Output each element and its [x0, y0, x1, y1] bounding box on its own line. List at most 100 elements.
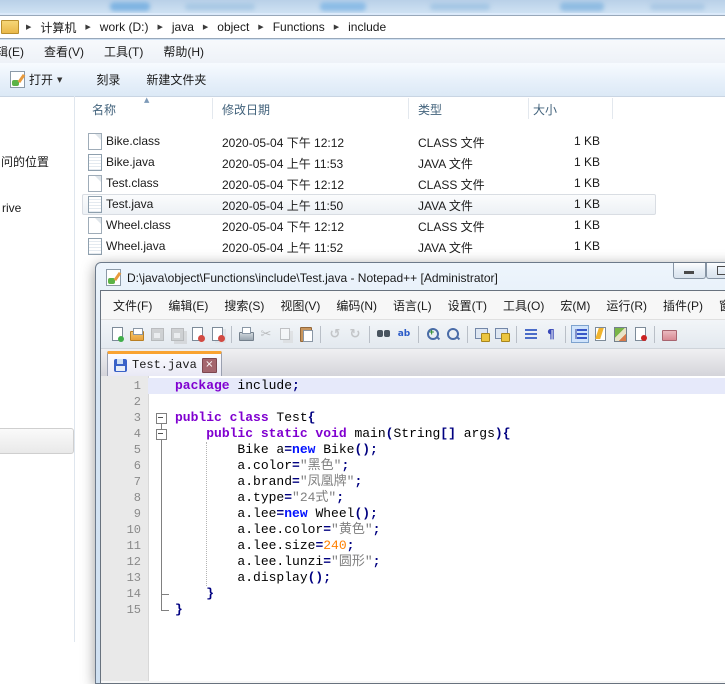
explorer-menu-item[interactable]: 工具(T): [94, 41, 153, 62]
word-wrap-icon[interactable]: [523, 326, 539, 342]
column-header-size[interactable]: 大小: [533, 101, 557, 118]
tab-test-java[interactable]: Test.java ×: [107, 351, 222, 376]
breadcrumb-item[interactable]: Functions: [271, 19, 327, 35]
breadcrumb-item[interactable]: work (D:): [98, 19, 151, 35]
new-folder-button[interactable]: 新建文件夹: [138, 67, 214, 92]
table-row[interactable]: Test.java2020-05-04 上午 11:50JAVA 文件1 KB: [82, 194, 656, 215]
explorer-menu-item[interactable]: 查看(V): [34, 41, 94, 62]
npp-menu-item[interactable]: 编码(N): [328, 294, 385, 317]
copy-icon[interactable]: [278, 326, 294, 342]
column-header-date[interactable]: 修改日期: [222, 101, 270, 118]
code-line[interactable]: 10 a.lee.color="黄色";: [101, 522, 725, 538]
code-line[interactable]: 14 }: [101, 586, 725, 602]
fold-marker-open[interactable]: [156, 413, 167, 424]
new-file-icon[interactable]: [109, 326, 125, 342]
minimize-button[interactable]: [673, 263, 706, 279]
save-all-icon[interactable]: [169, 326, 185, 342]
open-button[interactable]: 打开 ▼: [2, 67, 70, 92]
explorer-menu-item[interactable]: 帮助(H): [153, 41, 214, 62]
column-separator[interactable]: [528, 98, 529, 119]
sidebar-item-drive[interactable]: rive: [2, 201, 21, 215]
breadcrumb-item[interactable]: include: [346, 19, 388, 35]
close-tab-icon[interactable]: ×: [202, 358, 217, 373]
code-line[interactable]: 6 a.color="黑色";: [101, 458, 725, 474]
cut-icon[interactable]: ✂: [258, 326, 274, 342]
npp-menu-item[interactable]: 宏(M): [552, 294, 598, 317]
undo-icon[interactable]: ↺: [327, 326, 343, 342]
npp-menu-item[interactable]: 工具(O): [495, 294, 552, 317]
npp-menu-item[interactable]: 文件(F): [105, 294, 160, 317]
zoom-out-icon[interactable]: [445, 326, 461, 342]
sidebar-button-partial[interactable]: [0, 428, 74, 454]
indent-guide-icon[interactable]: [572, 326, 588, 342]
function-list-icon[interactable]: [592, 326, 608, 342]
address-bar[interactable]: ▶计算机▶work (D:)▶java▶object▶Functions▶inc…: [0, 15, 725, 39]
breadcrumb-item[interactable]: 计算机: [38, 18, 78, 37]
column-separator[interactable]: [408, 98, 409, 119]
close-icon[interactable]: [189, 326, 205, 342]
find-icon[interactable]: [376, 326, 392, 342]
zoom-in-icon[interactable]: +: [425, 326, 441, 342]
fold-marker-open[interactable]: [156, 429, 167, 440]
column-separator[interactable]: [212, 98, 213, 119]
file-size: 1 KB: [534, 155, 600, 169]
code-line[interactable]: 9 a.lee=new Wheel();: [101, 506, 725, 522]
line-number: 5: [101, 442, 141, 458]
line-number: 2: [101, 394, 141, 410]
show-all-chars-icon[interactable]: ¶: [543, 326, 559, 342]
npp-menu-item[interactable]: 窗口(W: [711, 294, 725, 317]
code-line[interactable]: 11 a.lee.size=240;: [101, 538, 725, 554]
sort-ascending-icon[interactable]: ▲: [144, 96, 149, 104]
code-line[interactable]: 2: [101, 394, 725, 410]
table-row[interactable]: Wheel.class2020-05-04 下午 12:12CLASS 文件1 …: [82, 215, 656, 236]
table-row[interactable]: Test.class2020-05-04 下午 12:12CLASS 文件1 K…: [82, 173, 656, 194]
column-header-name[interactable]: 名称: [92, 101, 116, 118]
breadcrumb-item[interactable]: java: [170, 19, 196, 35]
code-line[interactable]: 5 Bike a=new Bike();: [101, 442, 725, 458]
print-icon[interactable]: [238, 326, 254, 342]
folder-workspace-icon[interactable]: [661, 326, 677, 342]
npp-menu-item[interactable]: 插件(P): [655, 294, 711, 317]
npp-window-title: D:\java\object\Functions\include\Test.ja…: [127, 271, 498, 285]
sync-vertical-icon[interactable]: [474, 326, 490, 342]
replace-icon[interactable]: ab: [396, 326, 412, 342]
close-all-icon[interactable]: [209, 326, 225, 342]
explorer-menu-item[interactable]: 辑(E): [0, 41, 34, 62]
npp-menu-item[interactable]: 语言(L): [385, 294, 440, 317]
table-row[interactable]: Bike.class2020-05-04 下午 12:12CLASS 文件1 K…: [82, 131, 656, 152]
macro-record-icon[interactable]: [632, 326, 648, 342]
code-text: a.type="24式";: [175, 490, 344, 506]
npp-menu-item[interactable]: 视图(V): [272, 294, 328, 317]
open-file-icon[interactable]: [129, 326, 145, 342]
code-line[interactable]: 8 a.type="24式";: [101, 490, 725, 506]
npp-menu-item[interactable]: 编辑(E): [160, 294, 216, 317]
code-line[interactable]: 1package include;: [101, 378, 725, 394]
save-icon[interactable]: [149, 326, 165, 342]
column-header-type[interactable]: 类型: [418, 101, 442, 118]
code-line[interactable]: 15}: [101, 602, 725, 618]
paste-icon[interactable]: [298, 326, 314, 342]
npp-menu-item[interactable]: 运行(R): [598, 294, 655, 317]
breadcrumb-item[interactable]: object: [215, 19, 251, 35]
code-editor[interactable]: 1package include;23public class Test{4 p…: [101, 376, 725, 681]
sync-horizontal-icon[interactable]: [494, 326, 510, 342]
sidebar-item-recent-places[interactable]: 问的位置: [1, 153, 49, 170]
document-map-icon[interactable]: [612, 326, 628, 342]
code-line[interactable]: 7 a.brand="凤凰牌";: [101, 474, 725, 490]
redo-icon[interactable]: ↻: [347, 326, 363, 342]
code-token-op: ;: [336, 490, 344, 505]
table-row[interactable]: Wheel.java2020-05-04 上午 11:52JAVA 文件1 KB: [82, 236, 656, 257]
npp-titlebar[interactable]: D:\java\object\Functions\include\Test.ja…: [106, 269, 666, 286]
code-token-op: ;: [347, 538, 355, 553]
code-line[interactable]: 3public class Test{: [101, 410, 725, 426]
npp-menu-item[interactable]: 设置(T): [440, 294, 495, 317]
burn-button[interactable]: 刻录: [88, 67, 128, 92]
maximize-button[interactable]: [706, 263, 725, 279]
column-separator[interactable]: [612, 98, 613, 119]
table-row[interactable]: Bike.java2020-05-04 上午 11:53JAVA 文件1 KB: [82, 152, 656, 173]
code-token-pl: a.display: [175, 570, 308, 585]
npp-menu-item[interactable]: 搜索(S): [216, 294, 272, 317]
code-line[interactable]: 12 a.lee.lunzi="圆形";: [101, 554, 725, 570]
code-line[interactable]: 4 public static void main(String[] args)…: [101, 426, 725, 442]
code-line[interactable]: 13 a.display();: [101, 570, 725, 586]
